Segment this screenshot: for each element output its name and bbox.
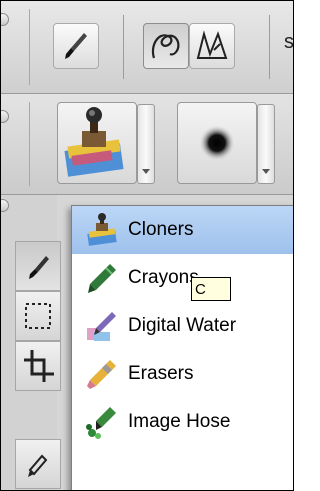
soft-dab-icon bbox=[199, 125, 235, 161]
tooltip: C bbox=[191, 277, 231, 301]
cloners-stamp-icon bbox=[64, 107, 124, 177]
toolbox-marquee-tool[interactable] bbox=[15, 291, 61, 341]
panel-collapse-handle[interactable] bbox=[1, 13, 9, 26]
chevron-down-icon bbox=[262, 169, 270, 174]
panel-collapse-handle[interactable] bbox=[1, 199, 9, 212]
menu-item-erasers[interactable]: Erasers bbox=[72, 350, 293, 398]
brush-category-selector[interactable] bbox=[57, 102, 137, 184]
image-hose-icon bbox=[86, 407, 116, 439]
app-window: s Cloners Crayons Digital Water Erasers … bbox=[0, 0, 294, 491]
toolbox-panel bbox=[1, 195, 61, 490]
category-dropdown-toggle[interactable] bbox=[137, 104, 155, 184]
menu-item-label: Digital Water bbox=[128, 315, 237, 336]
brush-variant-selector[interactable] bbox=[177, 102, 257, 184]
toolbar-separator bbox=[123, 15, 124, 79]
menu-item-image-hose[interactable]: Image Hose bbox=[72, 398, 293, 446]
marquee-tool-icon bbox=[25, 303, 51, 329]
menu-item-label: Image Hose bbox=[128, 411, 231, 432]
straight-line-stroke-button[interactable] bbox=[189, 23, 235, 69]
toolbox-pen-tool[interactable] bbox=[15, 439, 61, 489]
chevron-down-icon bbox=[142, 169, 150, 174]
brush-tool-icon bbox=[29, 256, 49, 279]
toolbox-brush-tool[interactable] bbox=[15, 241, 61, 291]
straight-line-stroke-icon bbox=[196, 30, 228, 59]
brush-selector-bar bbox=[1, 94, 293, 195]
menu-item-label: Erasers bbox=[128, 363, 194, 384]
freehand-stroke-button[interactable] bbox=[143, 23, 189, 69]
menu-item-crayons[interactable]: Crayons bbox=[72, 254, 293, 302]
panel-collapse-handle[interactable] bbox=[1, 110, 9, 123]
cloners-stamp-icon bbox=[87, 213, 117, 246]
truncated-control-text: s bbox=[284, 31, 294, 53]
menu-item-cloners[interactable]: Cloners bbox=[72, 206, 293, 254]
menu-item-label: Crayons bbox=[128, 267, 199, 288]
brush-category-menu: Cloners Crayons Digital Water Erasers Im… bbox=[71, 205, 293, 490]
variant-dropdown-toggle[interactable] bbox=[257, 104, 275, 184]
crayon-icon bbox=[88, 264, 116, 293]
digital-watercolor-icon bbox=[87, 312, 116, 341]
toolbox-crop-tool[interactable] bbox=[15, 341, 61, 391]
menu-item-label: Cloners bbox=[128, 219, 194, 240]
brush-icon bbox=[65, 33, 87, 59]
grip-divider bbox=[29, 9, 30, 85]
property-bar: s bbox=[1, 1, 293, 94]
freehand-stroke-icon bbox=[151, 34, 180, 59]
grip-divider bbox=[29, 102, 30, 186]
crop-tool-icon bbox=[24, 350, 54, 382]
menu-item-digital-water[interactable]: Digital Water bbox=[72, 302, 293, 350]
pen-tool-icon bbox=[28, 454, 48, 477]
eraser-icon bbox=[87, 360, 116, 389]
toolbar-separator bbox=[269, 15, 270, 79]
brush-tool-button[interactable] bbox=[53, 23, 99, 69]
